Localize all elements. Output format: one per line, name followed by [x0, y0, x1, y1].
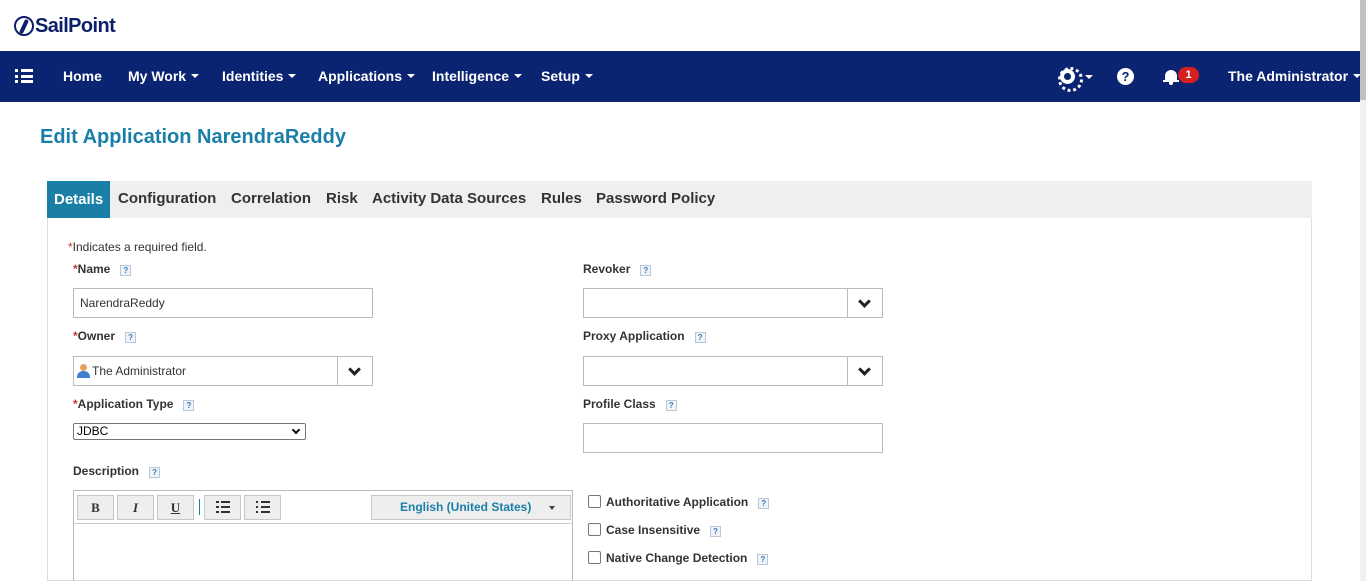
nav-my-work[interactable]: My Work [128, 68, 200, 84]
help-icon[interactable]: ? [710, 526, 722, 537]
help-icon[interactable]: ? [183, 400, 195, 411]
case-insensitive-checkbox[interactable]: Case Insensitive? [588, 523, 722, 537]
main-navbar: Home My Work Identities Applications Int… [0, 51, 1362, 102]
owner-combo[interactable]: The Administrator [73, 356, 373, 386]
name-input[interactable]: NarendraReddy [73, 288, 373, 318]
caret-down-icon [288, 74, 297, 78]
user-icon [77, 364, 90, 378]
revoker-combo[interactable] [583, 288, 883, 318]
chevron-down-icon [858, 363, 871, 376]
caret-down-icon [191, 74, 200, 78]
caret-down-icon [549, 506, 555, 510]
nav-intelligence[interactable]: Intelligence [432, 68, 523, 84]
help-icon[interactable]: ? [125, 332, 137, 343]
menu-list-icon[interactable] [15, 69, 33, 83]
sailpoint-logo-icon [14, 16, 34, 36]
tab-bar: Details Configuration Correlation Risk A… [47, 181, 1312, 218]
help-icon[interactable]: ? [757, 554, 769, 565]
editor-toolbar: B I U English (United States) [74, 491, 572, 524]
nav-home[interactable]: Home [63, 68, 102, 84]
help-icon[interactable]: ? [1117, 68, 1134, 85]
description-editor[interactable]: B I U English (United States) [73, 490, 573, 581]
tab-correlation[interactable]: Correlation [231, 181, 311, 218]
application-type-label: *Application Type? [73, 397, 195, 411]
ordered-list-icon [216, 501, 230, 514]
help-icon[interactable]: ? [758, 498, 770, 509]
required-note: *Indicates a required field. [68, 240, 207, 254]
proxy-application-combo[interactable] [583, 356, 883, 386]
profile-class-label: Profile Class? [583, 397, 677, 411]
nav-applications[interactable]: Applications [318, 68, 416, 84]
help-icon[interactable]: ? [694, 332, 706, 343]
page-scrollbar[interactable] [1360, 0, 1366, 581]
checkbox[interactable] [588, 523, 601, 536]
page-title: Edit Application NarendraReddy [40, 126, 346, 148]
underline-button[interactable]: U [157, 495, 194, 520]
caret-down-icon [514, 74, 523, 78]
caret-down-icon [407, 74, 416, 78]
chevron-down-icon [348, 363, 361, 376]
tab-details[interactable]: Details [47, 181, 111, 218]
language-dropdown[interactable]: English (United States) [371, 495, 571, 520]
profile-class-input[interactable] [583, 423, 883, 453]
owner-value: The Administrator [92, 364, 187, 378]
gear-icon[interactable] [1058, 67, 1083, 92]
tab-configuration[interactable]: Configuration [118, 181, 216, 218]
tab-rules[interactable]: Rules [541, 181, 582, 218]
checkbox[interactable] [588, 495, 601, 508]
chevron-down-icon [858, 295, 871, 308]
help-icon[interactable]: ? [120, 265, 132, 276]
description-label: Description? [73, 464, 161, 478]
owner-dropdown-button[interactable] [337, 357, 372, 385]
help-icon[interactable]: ? [665, 400, 677, 411]
proxy-application-label: Proxy Application? [583, 329, 706, 343]
bullet-list-icon [256, 501, 270, 514]
tab-activity-data-sources[interactable]: Activity Data Sources [372, 181, 526, 218]
application-type-select[interactable]: JDBC [73, 423, 306, 440]
logo-bar: SailPoint [0, 0, 1366, 51]
bold-button[interactable]: B [77, 495, 114, 520]
nav-identities[interactable]: Identities [222, 68, 297, 84]
logo-text: SailPoint [35, 14, 116, 37]
toolbar-divider [199, 499, 200, 515]
user-menu[interactable]: The Administrator [1228, 68, 1362, 84]
caret-down-icon [584, 74, 593, 78]
native-change-detection-checkbox[interactable]: Native Change Detection? [588, 551, 769, 565]
scrollbar-thumb[interactable] [1360, 0, 1366, 100]
sailpoint-logo[interactable]: SailPoint [14, 14, 116, 38]
bell-icon[interactable] [1163, 68, 1179, 85]
proxy-application-dropdown-button[interactable] [847, 357, 882, 385]
ordered-list-button[interactable] [204, 495, 241, 520]
revoker-dropdown-button[interactable] [847, 289, 882, 317]
gear-caret-icon[interactable] [1085, 75, 1093, 79]
notification-badge[interactable]: 1 [1178, 67, 1199, 83]
checkbox[interactable] [588, 551, 601, 564]
name-label: *Name? [73, 262, 132, 276]
help-icon[interactable]: ? [149, 467, 161, 478]
tab-risk[interactable]: Risk [326, 181, 358, 218]
owner-label: *Owner? [73, 329, 137, 343]
italic-button[interactable]: I [117, 495, 154, 520]
chevron-down-icon [291, 425, 301, 435]
revoker-label: Revoker? [583, 262, 652, 276]
authoritative-application-checkbox[interactable]: Authoritative Application? [588, 495, 770, 509]
help-icon[interactable]: ? [640, 265, 652, 276]
bullet-list-button[interactable] [244, 495, 281, 520]
nav-setup[interactable]: Setup [541, 68, 593, 84]
tab-password-policy[interactable]: Password Policy [596, 181, 715, 218]
